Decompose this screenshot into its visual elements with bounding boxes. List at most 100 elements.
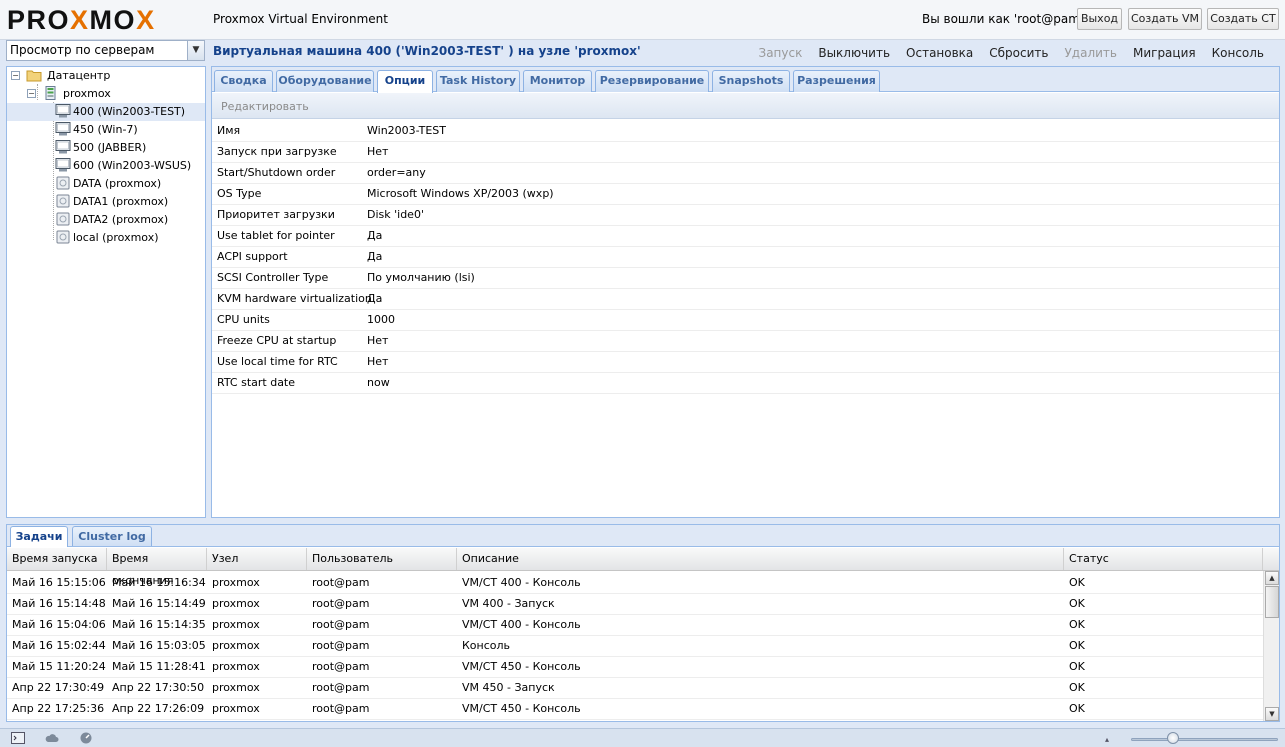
collapse-icon[interactable]: − xyxy=(27,88,36,98)
tree-item-storage[interactable]: local (proxmox) xyxy=(7,229,205,247)
option-row[interactable]: Запуск при загрузке Нет xyxy=(212,142,1279,163)
log-tab-0[interactable]: Задачи xyxy=(10,526,68,547)
console-icon[interactable] xyxy=(11,732,25,744)
start-button[interactable]: Запуск xyxy=(751,46,811,60)
tab-4[interactable]: Монитор xyxy=(523,70,592,92)
tasks-scrollbar[interactable]: ▲ ▼ xyxy=(1263,571,1279,721)
column-header[interactable]: Время запуска xyxy=(7,548,107,570)
gauge-icon[interactable] xyxy=(79,732,93,744)
console-button[interactable]: Консоль xyxy=(1204,46,1272,60)
zoom-slider-thumb[interactable] xyxy=(1167,732,1179,744)
table-cell: OK xyxy=(1069,576,1085,589)
tree-item-label: proxmox xyxy=(63,87,111,100)
table-row[interactable]: Апр 22 17:25:36 Апр 22 17:26:09 proxmox roo… xyxy=(7,699,1263,720)
stop-button[interactable]: Остановка xyxy=(898,46,981,60)
scroll-down-icon[interactable]: ▼ xyxy=(1265,707,1279,721)
option-row[interactable]: RTC start date now xyxy=(212,373,1279,394)
option-value: Да xyxy=(367,250,383,263)
option-name: Freeze CPU at startup xyxy=(217,334,337,347)
chevron-down-icon[interactable]: ▼ xyxy=(187,41,204,60)
column-header[interactable]: Пользователь xyxy=(307,548,457,570)
create-vm-button[interactable]: Создать VM xyxy=(1128,8,1202,30)
option-row[interactable]: Use local time for RTC Нет xyxy=(212,352,1279,373)
table-cell: root@pam xyxy=(312,597,370,610)
table-cell: VM/CT 450 - Консоль xyxy=(462,702,581,715)
edit-button[interactable]: Редактировать xyxy=(221,100,309,113)
option-row[interactable]: Use tablet for pointer Да xyxy=(212,226,1279,247)
log-tab-1[interactable]: Cluster log xyxy=(72,526,152,546)
option-row[interactable]: Приоритет загрузки Disk 'ide0' xyxy=(212,205,1279,226)
collapse-icon[interactable]: − xyxy=(11,70,20,80)
table-cell: Май 15 11:20:24 xyxy=(12,660,106,673)
table-cell: root@pam xyxy=(312,576,370,589)
table-cell: Май 16 15:14:48 xyxy=(12,597,106,610)
option-name: KVM hardware virtualization xyxy=(217,292,372,305)
tree-item-label: 500 (JABBER) xyxy=(73,141,147,154)
zoom-slider-track[interactable] xyxy=(1131,738,1278,741)
tree-item-vm[interactable]: 400 (Win2003-TEST) xyxy=(7,103,205,121)
tasks-grid-header: Время запуска Время окончания Узел Пользова… xyxy=(7,548,1279,587)
storage-icon xyxy=(56,194,70,208)
tree-item-vm[interactable]: 600 (Win2003-WSUS) xyxy=(7,157,205,175)
cloud-icon[interactable] xyxy=(45,732,59,744)
table-cell: Консоль xyxy=(462,639,511,652)
logged-in-user: Вы вошли как 'root@pam' xyxy=(922,12,1084,26)
tree-item-node[interactable]: − proxmox xyxy=(7,85,205,103)
column-header[interactable]: Время окончания xyxy=(107,548,207,587)
option-row[interactable]: OS Type Microsoft Windows XP/2003 (wxp) xyxy=(212,184,1279,205)
table-row[interactable]: Май 16 15:15:06 Май 16 15:16:34 proxmox roo… xyxy=(7,573,1263,594)
column-header[interactable]: Описание xyxy=(457,548,1064,570)
storage-icon xyxy=(56,212,70,226)
scroll-up-icon[interactable]: ▲ xyxy=(1265,571,1279,585)
tree-item-vm[interactable]: 500 (JABBER) xyxy=(7,139,205,157)
logout-button[interactable]: Выход xyxy=(1077,8,1122,30)
tree-item-vm[interactable]: 450 (Win-7) xyxy=(7,121,205,139)
tab-6[interactable]: Snapshots xyxy=(712,70,790,92)
option-row[interactable]: ACPI support Да xyxy=(212,247,1279,268)
remove-button[interactable]: Удалить xyxy=(1056,46,1125,60)
option-row[interactable]: Имя Win2003-TEST xyxy=(212,121,1279,142)
column-header[interactable]: Статус xyxy=(1064,548,1263,570)
tab-5[interactable]: Резервирование xyxy=(595,70,709,92)
option-row[interactable]: CPU units 1000 xyxy=(212,310,1279,331)
tree-item-storage[interactable]: DATA (proxmox) xyxy=(7,175,205,193)
table-cell: OK xyxy=(1069,681,1085,694)
table-row[interactable]: Май 15 11:20:24 Май 15 11:28:41 proxmox roo… xyxy=(7,657,1263,678)
tab-2[interactable]: Опции xyxy=(377,70,433,93)
table-cell: proxmox xyxy=(212,639,260,652)
table-row[interactable]: Апр 22 17:30:49 Апр 22 17:30:50 proxmox roo… xyxy=(7,678,1263,699)
folder-icon xyxy=(26,70,41,82)
server-view-select[interactable]: Просмотр по серверам ▼ xyxy=(6,40,205,61)
log-panel: Задачи Cluster log Время запуска Время око… xyxy=(6,524,1280,722)
column-header[interactable]: Узел xyxy=(207,548,307,570)
tab-3[interactable]: Task History xyxy=(436,70,520,92)
tree-item-label: DATA (proxmox) xyxy=(73,177,162,190)
shutdown-button[interactable]: Выключить xyxy=(810,46,898,60)
logo-text: PROXMOX xyxy=(7,4,156,35)
tree-item-storage[interactable]: DATA1 (proxmox) xyxy=(7,193,205,211)
table-cell: Май 16 15:03:05 xyxy=(112,639,206,652)
option-row[interactable]: SCSI Controller Type По умолчанию (lsi) xyxy=(212,268,1279,289)
tree-item-storage[interactable]: DATA2 (proxmox) xyxy=(7,211,205,229)
server-icon xyxy=(45,86,55,100)
option-value: order=any xyxy=(367,166,426,179)
reset-button[interactable]: Сбросить xyxy=(981,46,1056,60)
scroll-thumb[interactable] xyxy=(1265,586,1279,618)
tab-0[interactable]: Сводка xyxy=(214,70,273,92)
table-cell: Май 16 15:02:44 xyxy=(12,639,106,652)
option-row[interactable]: Start/Shutdown order order=any xyxy=(212,163,1279,184)
table-cell: root@pam xyxy=(312,618,370,631)
option-row[interactable]: Freeze CPU at startup Нет xyxy=(212,331,1279,352)
create-ct-button[interactable]: Создать CT xyxy=(1207,8,1279,30)
tree-item-datacenter[interactable]: − Датацентр xyxy=(7,67,205,85)
tab-7[interactable]: Разрешения xyxy=(793,70,880,92)
tab-1[interactable]: Оборудование xyxy=(276,70,374,92)
option-row[interactable]: KVM hardware virtualization Да xyxy=(212,289,1279,310)
migrate-button[interactable]: Миграция xyxy=(1125,46,1204,60)
table-cell: Май 16 15:15:06 xyxy=(12,576,106,589)
table-row[interactable]: Май 16 15:14:48 Май 16 15:14:49 proxmox roo… xyxy=(7,594,1263,615)
table-cell: root@pam xyxy=(312,639,370,652)
table-row[interactable]: Май 16 15:02:44 Май 16 15:03:05 proxmox roo… xyxy=(7,636,1263,657)
resize-handle-icon[interactable]: ▴ xyxy=(1105,735,1109,744)
table-row[interactable]: Май 16 15:04:06 Май 16 15:14:35 proxmox roo… xyxy=(7,615,1263,636)
